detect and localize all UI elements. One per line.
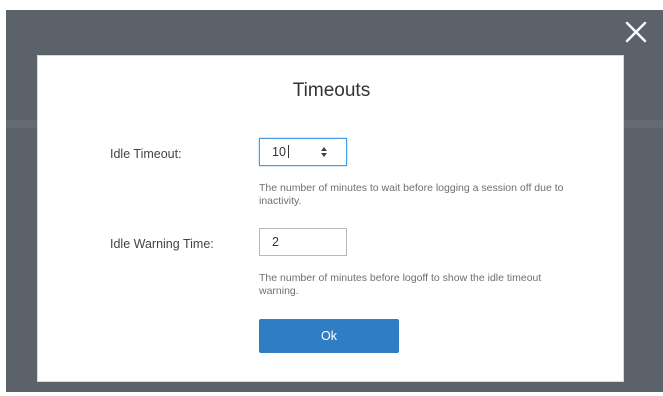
- idle-timeout-label: Idle Timeout:: [110, 147, 182, 161]
- idle-warning-value: 2: [272, 235, 279, 249]
- idle-timeout-input[interactable]: 10: [259, 138, 347, 166]
- close-icon: [622, 18, 650, 46]
- idle-warning-input[interactable]: 2: [259, 228, 347, 256]
- text-caret: [288, 145, 289, 158]
- idle-timeout-value: 10: [272, 145, 286, 159]
- idle-warning-label: Idle Warning Time:: [110, 237, 214, 251]
- close-button[interactable]: [622, 18, 650, 46]
- idle-warning-help: The number of minutes before logoff to s…: [259, 272, 542, 297]
- screen: Timeouts Idle Timeout: 10 The number of …: [0, 0, 663, 396]
- dialog-title: Timeouts: [292, 80, 371, 101]
- ok-button[interactable]: Ok: [259, 319, 399, 353]
- idle-timeout-help: The number of minutes to wait before log…: [259, 182, 564, 207]
- spinner-icon[interactable]: [320, 145, 328, 159]
- timeouts-dialog: Timeouts Idle Timeout: 10 The number of …: [37, 55, 624, 382]
